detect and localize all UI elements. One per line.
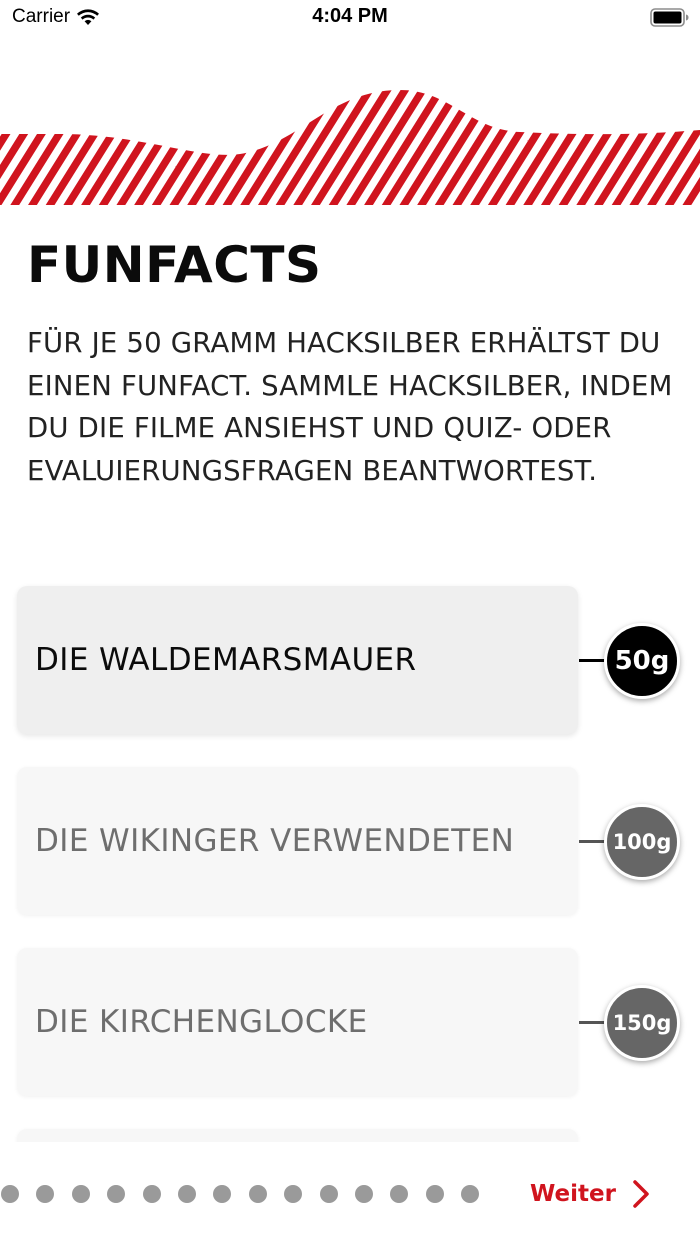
- page-dot[interactable]: [284, 1185, 303, 1203]
- badge-connector: [579, 1021, 605, 1024]
- page-dot[interactable]: [248, 1185, 267, 1203]
- status-time: 4:04 PM: [312, 5, 388, 27]
- page-dot[interactable]: [107, 1185, 126, 1203]
- page-dot[interactable]: [354, 1185, 373, 1203]
- page-indicator-bar: Weiter: [0, 1162, 700, 1226]
- badge-connector: [579, 840, 605, 843]
- funfact-card-partial[interactable]: [17, 1129, 578, 1142]
- page-dot[interactable]: [1, 1185, 19, 1203]
- battery-icon: [650, 8, 689, 27]
- intro-text: FÜR JE 50 GRAMM HACKSILBER ERHÄLTST DU E…: [27, 327, 673, 487]
- funfact-list[interactable]: DIE WALDEMARSMAUER 50g DIE WIKINGER VERW…: [0, 582, 700, 1142]
- striped-wave-decoration: [0, 90, 700, 205]
- page-dot[interactable]: [36, 1185, 55, 1203]
- funfact-title: DIE WIKINGER VERWENDETEN: [35, 823, 515, 859]
- weight-badge: 150g: [604, 985, 680, 1061]
- badge-connector: [579, 659, 605, 662]
- next-label: Weiter: [530, 1181, 616, 1207]
- page-title: FUNFACTS: [27, 236, 322, 294]
- page-dot[interactable]: [142, 1185, 161, 1203]
- weight-badge: 50g: [604, 623, 680, 699]
- next-button[interactable]: Weiter: [530, 1176, 650, 1212]
- page-dot[interactable]: [177, 1185, 196, 1203]
- funfact-card-wikinger[interactable]: DIE WIKINGER VERWENDETEN: [17, 767, 578, 915]
- funfact-row: DIE WIKINGER VERWENDETEN 100g: [0, 763, 700, 915]
- funfact-row: [0, 1125, 700, 1142]
- funfact-title: DIE WALDEMARSMAUER: [35, 642, 417, 678]
- chevron-right-icon: [633, 1180, 649, 1208]
- weight-badge: 100g: [604, 804, 680, 880]
- funfact-card-kirchenglocke[interactable]: DIE KIRCHENGLOCKE: [17, 948, 578, 1096]
- funfact-card-waldemarsmauer[interactable]: DIE WALDEMARSMAUER: [17, 586, 578, 734]
- page-dot[interactable]: [461, 1185, 480, 1203]
- page-dot[interactable]: [213, 1185, 232, 1203]
- page-dot[interactable]: [319, 1185, 338, 1203]
- page-dots: [1, 1185, 480, 1203]
- page-dot[interactable]: [425, 1185, 444, 1203]
- status-bar: Carrier 4:04 PM: [0, 0, 700, 40]
- funfact-row: DIE KIRCHENGLOCKE 150g: [0, 944, 700, 1096]
- page-dot[interactable]: [390, 1185, 409, 1203]
- funfact-title: DIE KIRCHENGLOCKE: [35, 1004, 368, 1040]
- funfact-row: DIE WALDEMARSMAUER 50g: [0, 582, 700, 734]
- page-dot[interactable]: [71, 1185, 90, 1203]
